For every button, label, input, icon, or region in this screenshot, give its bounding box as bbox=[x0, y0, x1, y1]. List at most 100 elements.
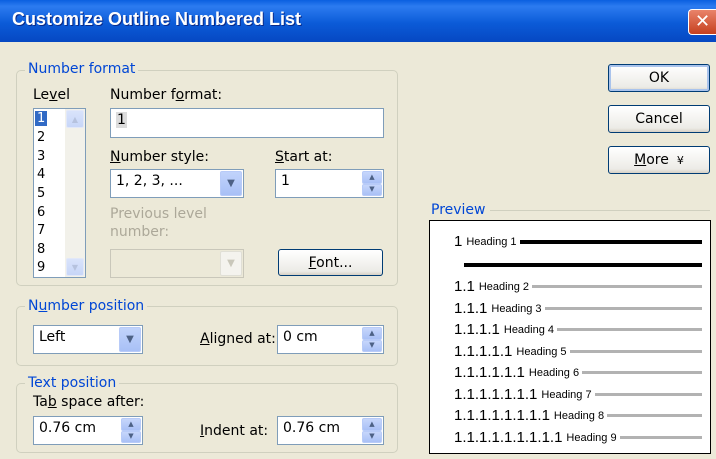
preview-rule bbox=[519, 239, 702, 244]
start-at-label: Start at: bbox=[275, 149, 333, 165]
window-title: Customize Outline Numbered List bbox=[12, 9, 302, 29]
number-alignment-select[interactable]: Left ▼ bbox=[33, 325, 143, 354]
preview-number: 1.1.1.1.1.1.1.1 bbox=[454, 407, 550, 424]
start-at-value: 1 bbox=[281, 173, 290, 189]
preview-rule bbox=[582, 371, 702, 374]
indent-at-value: 0.76 cm bbox=[283, 420, 340, 436]
cancel-button[interactable]: Cancel bbox=[608, 105, 710, 133]
level-item-3[interactable]: 3 bbox=[37, 149, 45, 164]
preview-heading: Heading 7 bbox=[541, 388, 592, 401]
double-chevron-down-icon: ¥ bbox=[676, 153, 684, 167]
font-button-label: Font... bbox=[308, 254, 353, 271]
preview-rule bbox=[544, 307, 702, 310]
level-list[interactable]: 1 2 3 4 5 6 7 8 9 ▲ ▼ bbox=[33, 108, 86, 278]
preview-line-6: 1.1.1.1.1.1 Heading 6 bbox=[454, 364, 702, 381]
preview-rule bbox=[569, 350, 702, 353]
level-item-9[interactable]: 9 bbox=[37, 260, 45, 275]
spin-up-icon[interactable]: ▲ bbox=[121, 418, 141, 431]
chevron-down-icon[interactable]: ▼ bbox=[119, 327, 141, 352]
level-item-5[interactable]: 5 bbox=[37, 186, 45, 201]
spin-down-icon[interactable]: ▼ bbox=[362, 430, 382, 443]
preview-legend: Preview bbox=[431, 202, 486, 218]
previous-level-label-line2: number: bbox=[110, 224, 170, 240]
aligned-at-spin-buttons[interactable]: ▲ ▼ bbox=[362, 327, 382, 352]
number-position-legend: Number position bbox=[25, 298, 148, 314]
tab-space-after-value: 0.76 cm bbox=[39, 420, 96, 436]
level-item-2[interactable]: 2 bbox=[37, 130, 45, 145]
spin-down-icon[interactable]: ▼ bbox=[362, 339, 382, 352]
start-at-spinner[interactable]: 1 ▲ ▼ bbox=[275, 169, 384, 198]
preview-heading: Heading 5 bbox=[516, 345, 567, 358]
number-style-label: Number style: bbox=[110, 149, 209, 165]
chevron-down-icon[interactable]: ▼ bbox=[220, 171, 242, 196]
tab-space-spin-buttons[interactable]: ▲ ▼ bbox=[121, 418, 141, 443]
spin-up-icon[interactable]: ▲ bbox=[362, 327, 382, 340]
number-style-value: 1, 2, 3, ... bbox=[116, 173, 183, 189]
preview-number: 1.1.1.1.1.1.1 bbox=[454, 386, 538, 403]
cancel-button-label: Cancel bbox=[635, 111, 683, 127]
level-item-6[interactable]: 6 bbox=[37, 205, 45, 220]
ok-button[interactable]: OK bbox=[608, 64, 710, 92]
preview-number: 1.1.1 bbox=[454, 300, 488, 317]
scroll-up-icon[interactable]: ▲ bbox=[66, 110, 84, 128]
previous-level-select: ▼ bbox=[110, 249, 244, 278]
text-position-legend: Text position bbox=[25, 375, 120, 391]
number-format-value: 1 bbox=[116, 112, 127, 128]
tab-space-after-spinner[interactable]: 0.76 cm ▲ ▼ bbox=[33, 416, 143, 445]
preview-number: 1 bbox=[454, 233, 463, 250]
preview-heading: Heading 4 bbox=[503, 323, 555, 336]
preview-line-9: 1.1.1.1.1.1.1.1.1 Heading 9 bbox=[454, 429, 702, 446]
preview-line-8: 1.1.1.1.1.1.1.1 Heading 8 bbox=[454, 407, 702, 424]
number-format-input[interactable]: 1 bbox=[110, 108, 384, 138]
previous-level-label-line1: Previous level bbox=[110, 206, 207, 222]
spin-down-icon[interactable]: ▼ bbox=[362, 183, 382, 196]
preview-line-2: 1.1 Heading 2 bbox=[454, 278, 702, 295]
preview-heading: Heading 3 bbox=[491, 302, 542, 315]
font-button[interactable]: Font... bbox=[278, 249, 383, 276]
preview-line-4: 1.1.1.1 Heading 4 bbox=[454, 321, 702, 338]
level-item-4[interactable]: 4 bbox=[37, 167, 45, 182]
ok-button-label: OK bbox=[648, 70, 670, 86]
title-bar: Customize Outline Numbered List ✕ bbox=[0, 0, 716, 42]
spin-up-icon[interactable]: ▲ bbox=[362, 171, 382, 184]
start-at-spin-buttons[interactable]: ▲ ▼ bbox=[362, 171, 382, 196]
level-item-1[interactable]: 1 bbox=[35, 111, 48, 126]
chevron-down-icon: ▼ bbox=[220, 251, 242, 276]
level-item-7[interactable]: 7 bbox=[37, 223, 45, 238]
preview-heading: Heading 8 bbox=[553, 409, 605, 422]
spin-down-icon[interactable]: ▼ bbox=[121, 430, 141, 443]
indent-at-spin-buttons[interactable]: ▲ ▼ bbox=[362, 418, 382, 443]
scroll-down-icon[interactable]: ▼ bbox=[66, 258, 84, 276]
preview-rule bbox=[557, 328, 702, 331]
close-icon: ✕ bbox=[694, 11, 711, 32]
preview-number: 1.1.1.1 bbox=[454, 321, 500, 338]
preview-line-1: 1 Heading 1 bbox=[454, 233, 702, 250]
preview-rule bbox=[607, 414, 702, 417]
preview-number: 1.1 bbox=[454, 278, 475, 295]
preview-line-7: 1.1.1.1.1.1.1 Heading 7 bbox=[454, 386, 702, 403]
close-button[interactable]: ✕ bbox=[688, 9, 716, 35]
preview-number: 1.1.1.1.1 bbox=[454, 343, 513, 360]
aligned-at-spinner[interactable]: 0 cm ▲ ▼ bbox=[277, 325, 384, 354]
number-alignment-value: Left bbox=[39, 329, 66, 345]
indent-at-label: Indent at: bbox=[200, 423, 269, 439]
preview-heading: Heading 6 bbox=[528, 366, 580, 379]
preview-line-5: 1.1.1.1.1 Heading 5 bbox=[454, 343, 702, 360]
preview-rule bbox=[532, 285, 702, 288]
tab-space-after-label: Tab space after: bbox=[33, 394, 145, 410]
preview-body-rule bbox=[464, 263, 702, 267]
indent-at-spinner[interactable]: 0.76 cm ▲ ▼ bbox=[277, 416, 384, 445]
level-scrollbar[interactable]: ▲ ▼ bbox=[65, 109, 85, 277]
preview-heading: Heading 1 bbox=[466, 235, 517, 248]
preview-rule bbox=[619, 436, 702, 439]
aligned-at-value: 0 cm bbox=[283, 329, 318, 345]
number-format-legend: Number format bbox=[25, 61, 139, 77]
level-item-8[interactable]: 8 bbox=[37, 242, 45, 257]
more-button[interactable]: More ¥ bbox=[608, 146, 710, 174]
number-style-select[interactable]: 1, 2, 3, ... ▼ bbox=[110, 169, 244, 198]
preview-number: 1.1.1.1.1.1.1.1.1 bbox=[454, 429, 563, 446]
preview-pane: 1 Heading 1 1.1 Heading 2 1.1.1 Heading … bbox=[429, 220, 711, 454]
preview-divider bbox=[490, 210, 710, 211]
number-format-label: Number format: bbox=[110, 87, 223, 103]
spin-up-icon[interactable]: ▲ bbox=[362, 418, 382, 431]
